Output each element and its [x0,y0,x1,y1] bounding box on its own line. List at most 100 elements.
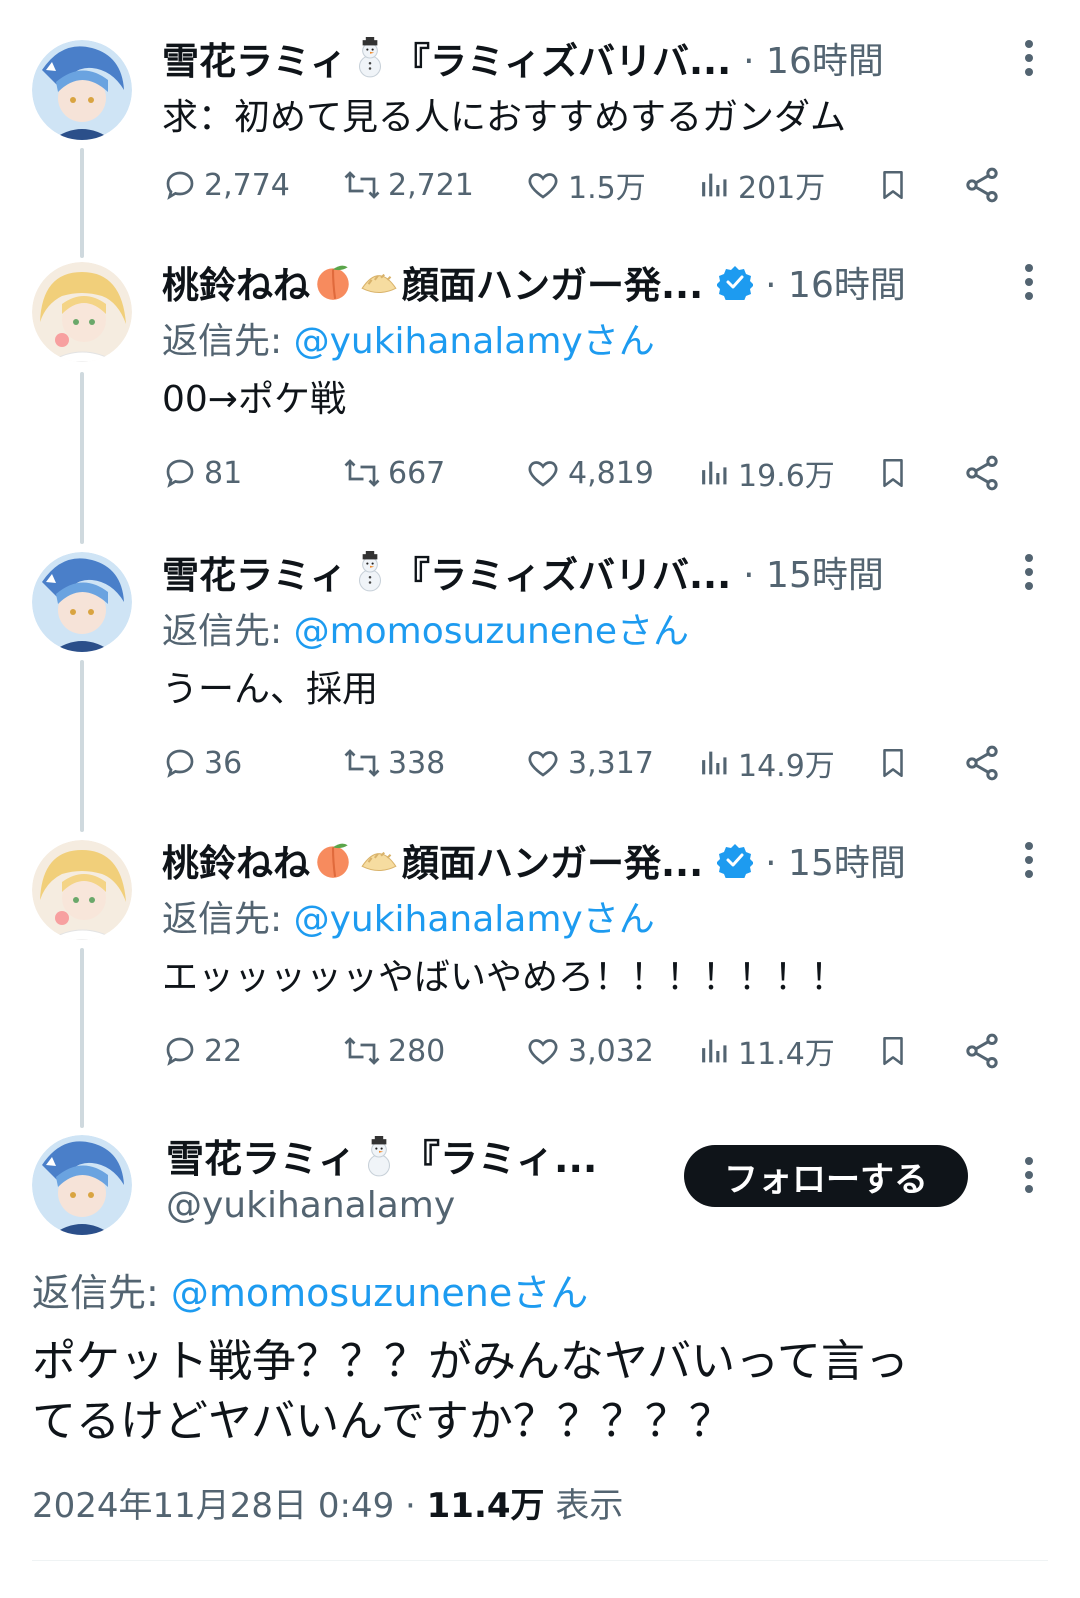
tweet-time[interactable]: · 15時間 [765,834,906,886]
main-tweet-text: ポケット戦争？？？がみんなヤバいって言っ てるけどヤバいんですか？？？？？ [32,1332,1042,1452]
reply-to-line: 返信先: @yukihanalamyさん [162,892,1040,948]
retweet-count: 280 [388,1033,446,1069]
display-name[interactable]: 桃鈴ねね [162,255,310,309]
follow-button[interactable]: フォローする [684,1145,968,1207]
views-count: 11.4万 [738,1037,835,1072]
mention-suffix: さん [616,611,689,652]
reply-to-line: 返信先: @yukihanalamyさん [162,314,1040,370]
tweet-header: 桃鈴ねね 顔面ハンガー発... · 16時間 [162,250,1040,314]
bookmark-button[interactable] [876,448,910,498]
more-options-icon[interactable] [1024,552,1034,592]
like-count: 1.5万 [568,171,646,206]
display-name[interactable]: 桃鈴ねね [162,833,310,887]
tweet-text: エッッッッッやばいやめろ！！！！！！！ [162,957,847,998]
reply-icon [162,745,198,781]
avatar-lamy[interactable] [32,552,132,652]
reply-button[interactable]: 2,774 [162,160,290,210]
views-count: 14.9万 [738,749,835,784]
thread-tweet[interactable]: 桃鈴ねね 顔面ハンガー発... · 16時間 返信先: @yukihanalam… [0,250,1080,540]
mention-handle: @yukihanalamy [293,321,583,362]
reply-count: 36 [204,745,243,781]
more-options-icon[interactable] [1024,262,1034,302]
thread-tweet[interactable]: 雪花ラミィ 『ラミィズバリバ... · 15時間 返信先: @momosuzun… [0,540,1080,830]
mention-link[interactable]: @yukihanalamyさん [294,899,655,940]
like-count: 3,317 [568,745,654,781]
views-icon [698,455,732,491]
views-button[interactable]: 19.6万 [698,448,835,498]
reply-icon [162,167,198,203]
main-handle[interactable]: @yukihanalamy [166,1185,455,1226]
share-button[interactable] [962,738,1002,788]
tweet-time[interactable]: · 16時間 [743,32,884,84]
bookmark-button[interactable] [876,1026,910,1076]
views-icon [698,167,732,203]
avatar-lamy[interactable] [32,1135,132,1235]
like-button[interactable]: 3,317 [524,738,654,788]
mention-link[interactable]: @yukihanalamyさん [294,321,655,362]
like-button[interactable]: 1.5万 [524,160,646,210]
avatar-nene[interactable] [32,262,132,362]
snowman-icon [349,37,391,79]
snowman-icon [358,1136,400,1178]
retweet-button[interactable]: 667 [342,448,445,498]
retweet-icon [342,455,382,491]
share-button[interactable] [962,448,1002,498]
view-count: 11.4万 [426,1486,545,1526]
more-options-icon[interactable] [1024,1155,1034,1195]
reply-button[interactable]: 22 [162,1026,242,1076]
mention-handle: @yukihanalamy [293,899,583,940]
views-button[interactable]: 201万 [698,160,825,210]
display-name[interactable]: 雪花ラミィ [162,31,347,85]
reply-button[interactable]: 36 [162,738,242,788]
bookmark-button[interactable] [876,160,910,210]
retweet-count: 2,721 [388,167,474,203]
views-button[interactable]: 11.4万 [698,1026,835,1076]
thread-tweet[interactable]: 桃鈴ねね 顔面ハンガー発... · 15時間 返信先: @yukihanalam… [0,828,1080,1118]
more-options-icon[interactable] [1024,38,1034,78]
mention-link[interactable]: @momosuzuneneさん [171,1271,588,1315]
share-icon [962,743,1002,783]
display-name[interactable]: 雪花ラミィ [162,545,347,599]
mention-link[interactable]: @momosuzuneneさん [294,611,689,652]
tweet-text: 00→ポケ戦 [162,379,346,420]
tweet-text: 求：初めて見る人におすすめするガンダム [162,97,847,138]
tweet-actions: 22 280 3,032 11.4万 [162,1026,1022,1076]
display-name-suffix: 顔面ハンガー発... [402,264,704,307]
tweet-time[interactable]: · 16時間 [765,256,906,308]
retweet-icon [342,745,382,781]
avatar-lamy[interactable] [32,40,132,140]
view-count-label: 表示 [544,1486,624,1526]
retweet-count: 667 [388,455,446,491]
share-icon [962,165,1002,205]
tweet-time[interactable]: · 15時間 [743,546,884,598]
reply-to-label: 返信先: [162,899,294,940]
main-display-name[interactable]: 雪花ラミィ 『ラミィ... [166,1128,597,1183]
views-button[interactable]: 14.9万 [698,738,835,788]
bookmark-button[interactable] [876,738,910,788]
display-name-suffix: 『ラミィ... [402,1137,598,1181]
mention-suffix: さん [582,321,655,362]
retweet-button[interactable]: 2,721 [342,160,474,210]
avatar-nene[interactable] [32,840,132,940]
tweet-date[interactable]: 2024年11月28日 0:49 · [32,1486,427,1526]
peach-icon [312,261,354,303]
reply-button[interactable]: 81 [162,448,242,498]
reply-icon [162,1033,198,1069]
retweet-button[interactable]: 338 [342,738,445,788]
like-count: 3,032 [568,1033,654,1069]
gyoza-icon [358,839,400,881]
retweet-button[interactable]: 280 [342,1026,445,1076]
reply-icon [162,455,198,491]
retweet-icon [342,167,382,203]
share-button[interactable] [962,160,1002,210]
like-button[interactable]: 4,819 [524,448,654,498]
more-options-icon[interactable] [1024,840,1034,880]
like-button[interactable]: 3,032 [524,1026,654,1076]
share-icon [962,453,1002,493]
verified-badge-icon [717,264,754,300]
thread-tweet[interactable]: 雪花ラミィ 『ラミィズバリバ... · 16時間 求：初めて見る人におすすめする… [0,0,1080,250]
snowman-icon [349,551,391,593]
share-button[interactable] [962,1026,1002,1076]
tweet-header: 雪花ラミィ 『ラミィズバリバ... · 16時間 [162,28,1040,88]
reply-to-label: 返信先: [162,611,294,652]
